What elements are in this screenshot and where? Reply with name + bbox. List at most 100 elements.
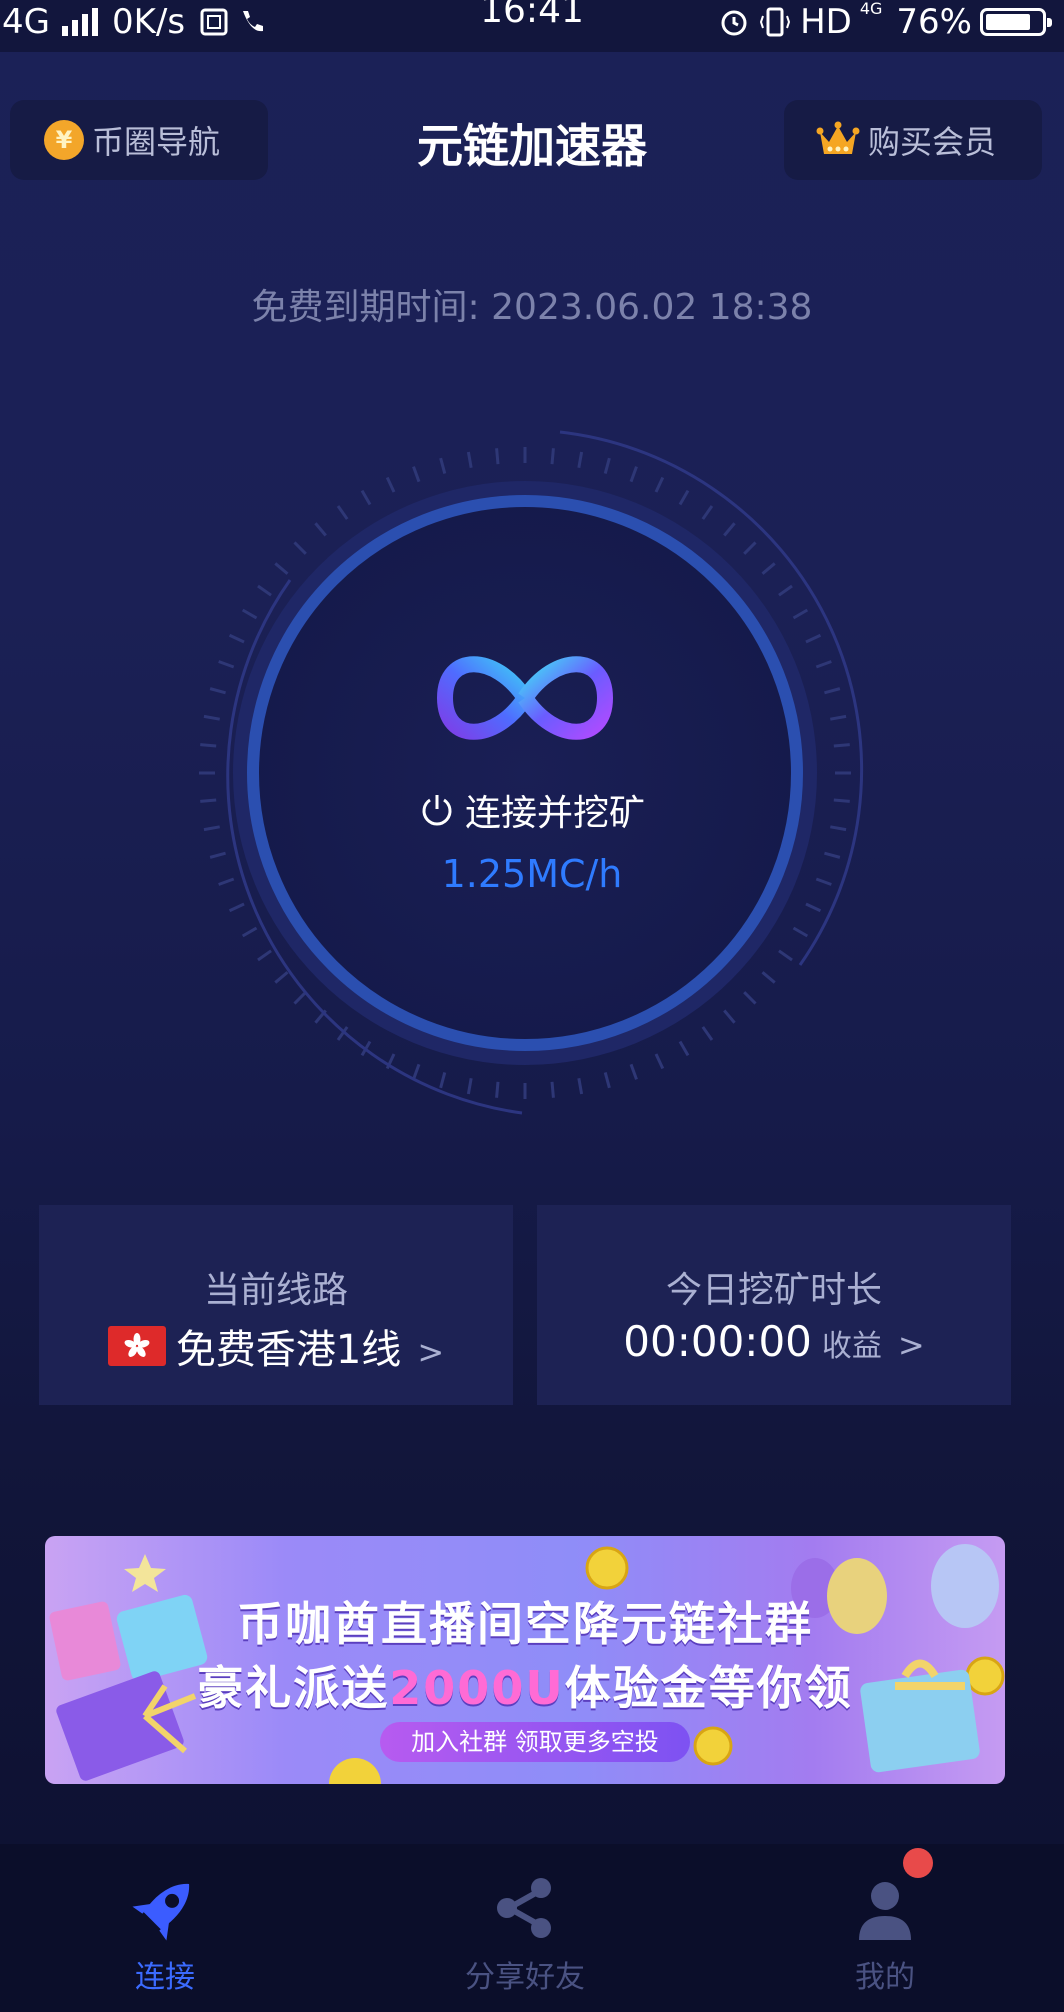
tab-share-friends[interactable]: 分享好友: [425, 1844, 625, 2012]
status-bar: 4G 0K/s 16:41 HD 4G 76%: [0, 0, 1064, 52]
banner-subheadline: 豪礼派送2000U体验金等你领: [45, 1652, 1005, 1718]
mining-duration-title: 今日挖矿时长: [665, 1270, 882, 1311]
promo-banner[interactable]: 币咖酋直播间空降元链社群 豪礼派送2000U体验金等你领 加入社群 领取更多空投: [45, 1536, 1005, 1784]
buy-membership-button[interactable]: 购买会员: [784, 100, 1042, 180]
dial-tick: [678, 1040, 690, 1057]
join-community-button[interactable]: 加入社群 领取更多空投: [380, 1722, 690, 1762]
dial-tick: [495, 448, 500, 465]
dial-tick: [274, 562, 289, 575]
dial-tick: [274, 971, 289, 984]
dial-tick: [743, 541, 757, 555]
expiry-label: 免费到期时间:: [251, 287, 480, 328]
notification-badge: [903, 1848, 933, 1878]
dial-tick: [577, 451, 584, 468]
dial-tick: [792, 926, 809, 938]
expiry-value: 2023.06.02 18:38: [491, 287, 813, 328]
dial-tick: [761, 971, 776, 984]
dial-tick: [314, 522, 327, 537]
dial-tick: [439, 457, 447, 474]
dial-tick: [550, 1081, 555, 1098]
dial-tick: [761, 562, 776, 575]
dial-tick: [805, 633, 822, 644]
dial-tick: [241, 926, 258, 938]
earnings-link[interactable]: 收益: [822, 1321, 882, 1365]
hong-kong-flag-icon: [107, 1326, 166, 1366]
power-icon: [422, 795, 452, 826]
tab-mine[interactable]: 我的: [785, 1844, 985, 2012]
dial-tick: [293, 541, 307, 555]
dial-tick: [792, 608, 809, 620]
dial-tick: [209, 687, 226, 695]
share-icon: [497, 1878, 551, 1938]
current-route-title: 当前线路: [203, 1270, 348, 1311]
mining-duration-card[interactable]: 今日挖矿时长 00:00:00 收益 >: [537, 1205, 1011, 1405]
mining-rate: 1.25MC/h: [441, 852, 623, 896]
dial-tick: [830, 714, 847, 721]
banner-sub-prefix: 豪礼派送: [197, 1661, 390, 1715]
dial-tick: [257, 584, 272, 597]
tab-connect-label: 连接: [135, 1960, 195, 1995]
dial-tick: [200, 743, 217, 748]
dial-tick: [466, 1078, 473, 1095]
battery-percent: 76%: [896, 2, 972, 42]
dial-tick: [385, 476, 396, 493]
dial-tick: [466, 451, 473, 468]
dial-tick: [723, 522, 736, 537]
dial-tick: [203, 714, 220, 721]
dial-tick: [805, 902, 822, 913]
connect-mine-label: 连接并挖矿: [464, 793, 645, 834]
tab-connect[interactable]: 连接: [65, 1844, 265, 2012]
dial-tick: [815, 660, 832, 669]
dial-tick: [629, 1063, 638, 1080]
crown-icon: [816, 121, 860, 154]
chevron-right-icon: >: [417, 1333, 445, 1371]
dial-tick: [550, 448, 555, 465]
chevron-right-icon: >: [897, 1326, 925, 1364]
dial-tick: [228, 633, 245, 644]
dial-tick: [218, 660, 235, 669]
banner-sub-suffix: 体验金等你领: [564, 1661, 853, 1715]
connect-dial: [199, 430, 864, 1115]
dial-tick: [495, 1081, 500, 1098]
dial-tick: [629, 466, 638, 483]
dial-tick: [778, 949, 793, 962]
dial-tick: [743, 991, 757, 1005]
banner-headline: 币咖酋直播间空降元链社群: [237, 1597, 813, 1651]
dial-tick: [439, 1072, 447, 1089]
dial-tick: [723, 1009, 736, 1024]
mining-duration-row: 00:00:00 收益 >: [537, 1317, 1011, 1366]
dial-tick: [257, 949, 272, 962]
current-route-card[interactable]: 当前线路 免费香港1线 >: [39, 1205, 513, 1405]
bottom-tab-bar: 连接 分享好友 我的: [0, 1844, 1064, 2012]
hd-indicator: HD: [800, 2, 852, 42]
battery-icon: [980, 8, 1052, 36]
small-network: 4G: [859, 0, 883, 18]
mining-timer: 00:00:00: [623, 1317, 812, 1366]
connect-mine-button[interactable]: 连接并挖矿: [0, 784, 1064, 836]
current-route-row: 免费香港1线 >: [39, 1317, 513, 1375]
dial-tick: [412, 1063, 421, 1080]
dial-tick: [678, 489, 690, 506]
dial-tick: [778, 584, 793, 597]
dial-tick: [833, 743, 850, 748]
dial-tick: [701, 505, 714, 520]
rocket-icon: [132, 1883, 190, 1941]
dial-tick: [336, 505, 349, 520]
dial-tick: [241, 608, 258, 620]
expiry-time: 免费到期时间: 2023.06.02 18:38: [0, 278, 1064, 330]
profile-icon: [859, 1882, 911, 1940]
dial-tick: [577, 1078, 584, 1095]
buy-membership-label: 购买会员: [868, 123, 997, 161]
dial-tick: [654, 476, 665, 493]
tab-share-label: 分享好友: [465, 1960, 585, 1995]
dial-tick: [654, 1053, 665, 1070]
dial-tick: [603, 1072, 611, 1089]
status-right: HD 4G 76%: [718, 0, 1052, 48]
dial-progress-ring[interactable]: [247, 495, 803, 1051]
dial-tick: [824, 687, 841, 695]
dial-tick: [603, 457, 611, 474]
dial-tick: [701, 1026, 714, 1041]
tab-mine-label: 我的: [855, 1960, 915, 1995]
vibrate-icon: [760, 7, 791, 37]
dial-tick: [293, 991, 307, 1005]
